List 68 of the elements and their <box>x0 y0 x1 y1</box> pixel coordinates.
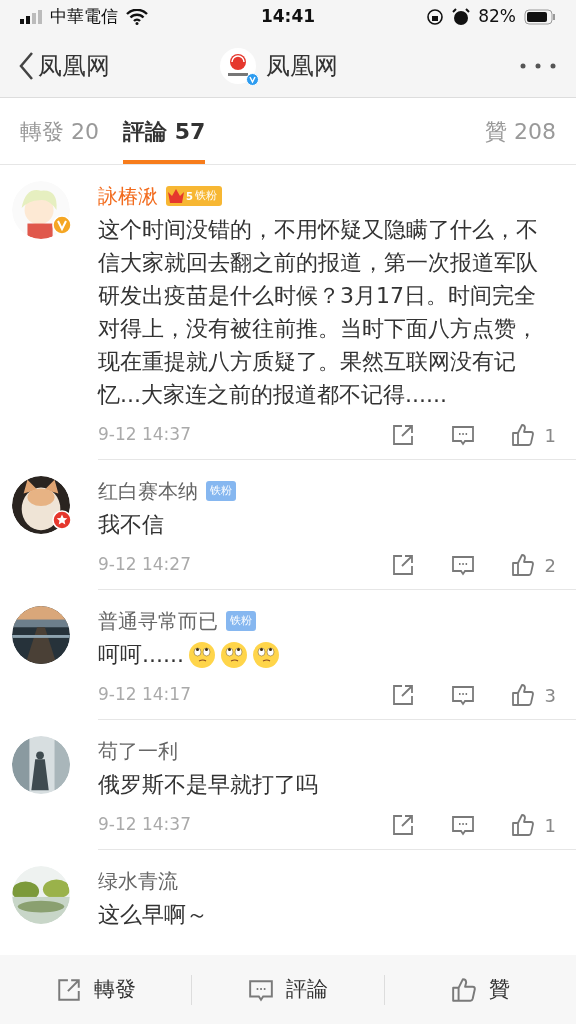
share-icon <box>55 976 82 1003</box>
comment-text: 俄罗斯不是早就打了吗 <box>98 771 319 799</box>
share-icon <box>390 683 415 707</box>
repost-button[interactable] <box>390 683 415 707</box>
comment-icon <box>450 553 475 577</box>
comment-icon <box>450 813 475 837</box>
repost-button[interactable] <box>390 553 415 577</box>
user-name[interactable]: 普通寻常而已 <box>98 606 218 636</box>
reply-button[interactable] <box>450 553 475 577</box>
fan-label: 铁粉 <box>194 187 217 204</box>
comment-icon <box>450 423 475 447</box>
carrier-name: 中華電信 <box>50 5 118 29</box>
verified-badge-icon <box>246 72 259 86</box>
user-name[interactable]: 红白赛本纳 <box>98 476 198 506</box>
clock-time: 14:41 <box>260 5 316 29</box>
comment-text: 呵呵...... <box>98 641 184 669</box>
thumbs-up-icon <box>510 423 535 447</box>
user-name[interactable]: 詠椿湫 <box>98 181 158 211</box>
user-name[interactable]: 绿水青流 <box>98 866 178 896</box>
share-icon <box>390 813 415 837</box>
fan-badge: 铁粉 <box>206 481 236 501</box>
battery-percent: 82% <box>478 5 516 29</box>
thumbs-up-icon <box>510 553 535 577</box>
eye-roll-emoji-icon <box>219 640 248 669</box>
verified-badge-icon <box>52 215 72 235</box>
thumbs-up-icon <box>510 813 535 837</box>
back-button[interactable]: 凤凰网 <box>18 47 110 84</box>
tab[interactable]: 評論 57 <box>123 98 206 164</box>
comment-text: 我不信 <box>98 511 165 539</box>
battery-icon <box>524 9 556 25</box>
reply-button[interactable] <box>450 813 475 837</box>
fan-level: 5 <box>186 189 193 204</box>
signal-icon <box>20 10 44 24</box>
repost-button[interactable] <box>390 813 415 837</box>
like-button[interactable]: 3 <box>510 681 556 709</box>
reply-button[interactable] <box>450 423 475 447</box>
repost-button[interactable] <box>390 423 415 447</box>
alarm-icon <box>452 8 471 26</box>
comment-time: 9-12 14:37 <box>98 423 191 447</box>
comment-time: 9-12 14:37 <box>98 813 191 837</box>
eye-roll-emoji-icon <box>251 640 280 669</box>
more-icon <box>520 62 556 69</box>
comment-icon <box>450 683 475 707</box>
wifi-icon <box>126 9 148 25</box>
back-icon <box>18 50 34 81</box>
share-icon <box>390 553 415 577</box>
crown-icon <box>166 187 186 205</box>
thumbs-up-icon <box>510 683 535 707</box>
user-name[interactable]: 苟了一利 <box>98 736 178 766</box>
logo-icon <box>220 47 256 84</box>
thumbs-up-icon <box>450 976 477 1003</box>
share-icon <box>390 423 415 447</box>
fan-badge: 铁粉 <box>226 611 256 631</box>
page-title: 凤凰网 <box>266 50 338 82</box>
repost-action-button[interactable]: 轉發 <box>0 973 192 1006</box>
rotation-lock-icon <box>426 8 445 26</box>
like-button[interactable]: 1 <box>510 811 556 839</box>
comment-text: 这个时间没错的，不用怀疑又隐瞒了什么，不信大家就回去翻之前的报道，第一次报道军队研发出疫苗是什么时候？3月17日。时间完全对得上，没有被往前推。当时下面八方点赞，现在重提就八方质疑了。果然互联网没有记忆...大家连之前的报道都不记得...... <box>98 216 539 409</box>
like-button[interactable]: 1 <box>510 421 556 449</box>
comment-action-button[interactable]: 評論 <box>192 973 384 1006</box>
comment-time: 9-12 14:27 <box>98 553 191 577</box>
like-action-button[interactable]: 贊 <box>384 973 576 1006</box>
star-badge-icon <box>52 510 72 530</box>
comment-time: 9-12 14:17 <box>98 683 191 707</box>
like-button[interactable]: 2 <box>510 551 556 579</box>
comment-text: 这么早啊～ <box>98 901 209 929</box>
eye-roll-emoji-icon <box>187 640 216 669</box>
reply-button[interactable] <box>450 683 475 707</box>
